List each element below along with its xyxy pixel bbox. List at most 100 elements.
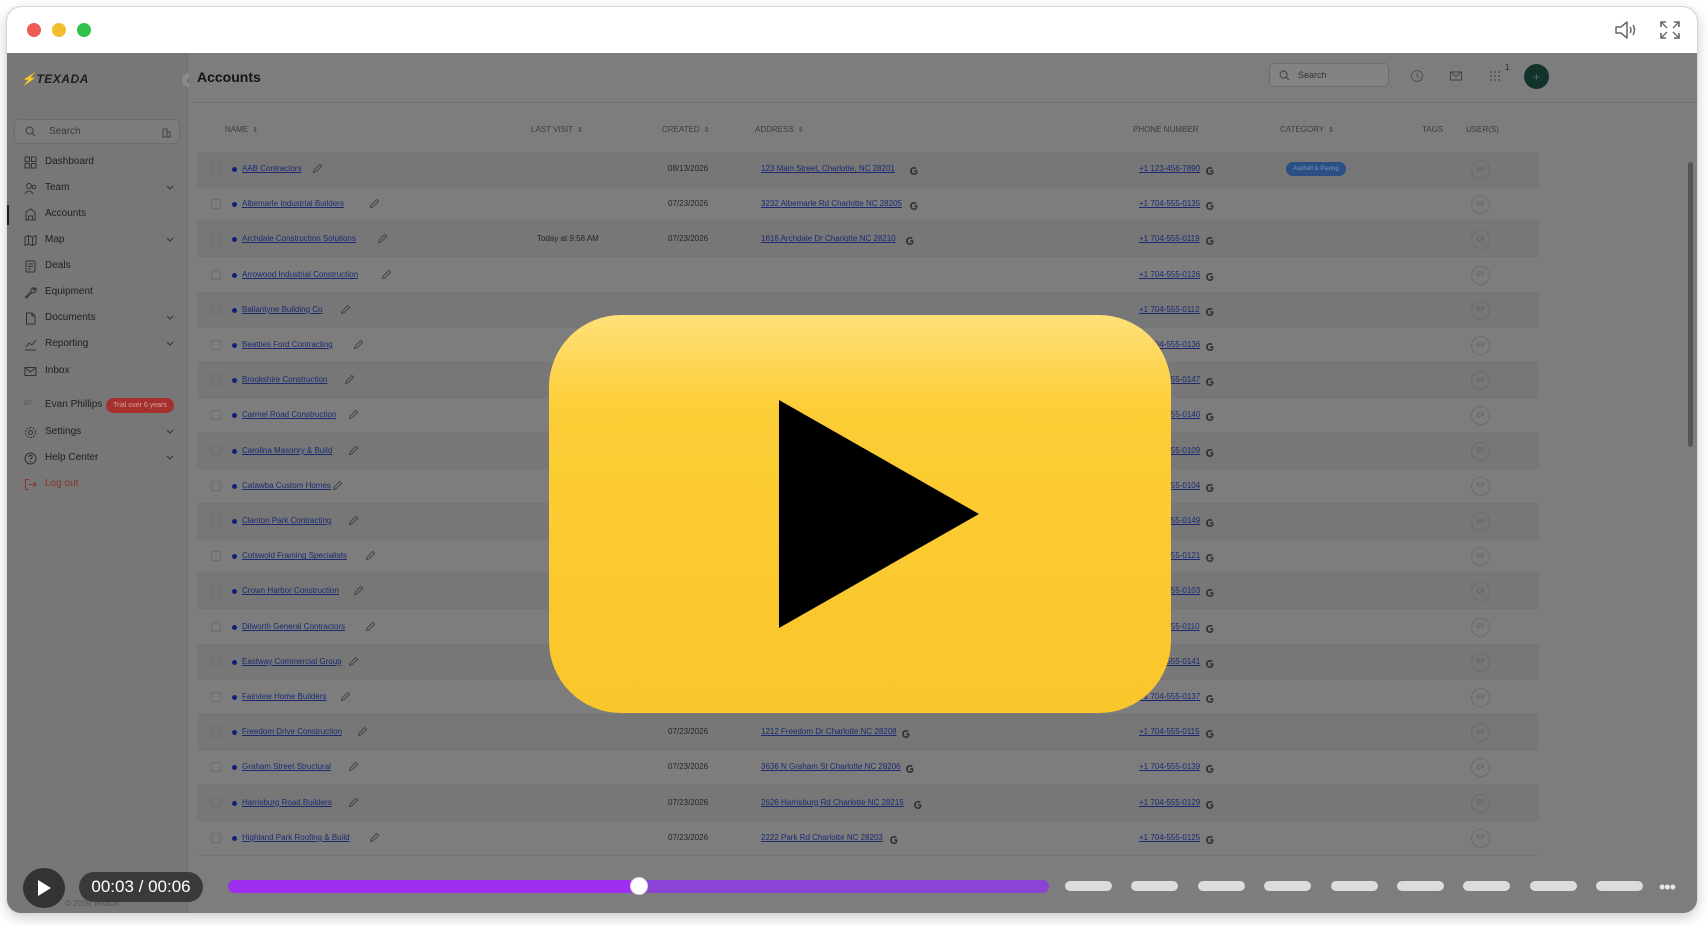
google-search-icon[interactable] bbox=[1205, 409, 1215, 427]
table-row[interactable]: AAB Contractors 08/13/2026 123 Main Street… bbox=[197, 152, 1539, 187]
google-search-icon[interactable] bbox=[1205, 374, 1215, 392]
account-name-link[interactable]: Highland Park Roofing & Build bbox=[242, 833, 350, 842]
google-search-icon[interactable] bbox=[1205, 198, 1215, 216]
maximize-window-button[interactable] bbox=[77, 23, 91, 37]
row-checkbox[interactable] bbox=[211, 410, 221, 421]
row-checkbox[interactable] bbox=[211, 516, 221, 526]
row-checkbox[interactable] bbox=[211, 375, 221, 386]
account-name-link[interactable]: Catawba Custom Homes bbox=[242, 481, 331, 490]
column-header-created[interactable]: CREATED ⇕ bbox=[662, 125, 710, 134]
account-name-link[interactable]: Arrowood Industrial Construction bbox=[242, 270, 358, 279]
account-name-link[interactable]: Carmel Road Construction bbox=[242, 410, 336, 419]
google-search-icon[interactable] bbox=[913, 797, 923, 815]
edit-pencil-icon[interactable] bbox=[340, 691, 351, 702]
edit-pencil-icon[interactable] bbox=[377, 233, 388, 244]
fullscreen-icon[interactable] bbox=[1657, 18, 1683, 42]
edit-pencil-icon[interactable] bbox=[365, 621, 376, 632]
edit-pencil-icon[interactable] bbox=[344, 374, 355, 385]
close-window-button[interactable] bbox=[27, 23, 41, 37]
account-name-link[interactable]: Eastway Commercial Group bbox=[242, 657, 342, 666]
edit-pencil-icon[interactable] bbox=[381, 269, 392, 280]
google-search-icon[interactable] bbox=[1205, 691, 1215, 709]
google-search-icon[interactable] bbox=[1205, 726, 1215, 744]
video-play-button[interactable] bbox=[23, 868, 65, 908]
apps-grid-icon[interactable] bbox=[1488, 69, 1502, 83]
edit-pencil-icon[interactable] bbox=[353, 585, 364, 596]
sidebar-item-dashboard[interactable]: Dashboard bbox=[7, 150, 188, 176]
google-search-icon[interactable] bbox=[909, 163, 919, 181]
google-search-icon[interactable] bbox=[1205, 269, 1215, 287]
edit-pencil-icon[interactable] bbox=[348, 797, 359, 808]
edit-pencil-icon[interactable] bbox=[369, 198, 380, 209]
address-link[interactable]: 1616 Archdale Dr Charlotte NC 28210 bbox=[761, 234, 896, 243]
row-checkbox[interactable] bbox=[211, 797, 221, 808]
google-search-icon[interactable] bbox=[889, 832, 899, 850]
sidebar-item-help-center[interactable]: Help Center bbox=[7, 446, 188, 472]
edit-pencil-icon[interactable] bbox=[348, 656, 359, 667]
column-header-name[interactable]: NAME ⇕ bbox=[225, 125, 258, 134]
phone-number-link[interactable]: +1 704-555-0112 bbox=[1139, 305, 1200, 314]
google-search-icon[interactable] bbox=[1205, 163, 1215, 181]
google-search-icon[interactable] bbox=[1205, 339, 1215, 357]
edit-pencil-icon[interactable] bbox=[365, 550, 376, 561]
phone-number-link[interactable]: +1 704-555-0115 bbox=[1139, 727, 1200, 736]
sidebar-item-accounts[interactable]: Accounts bbox=[7, 202, 188, 228]
google-search-icon[interactable] bbox=[1205, 832, 1215, 850]
edit-pencil-icon[interactable] bbox=[369, 832, 380, 843]
video-chapter-marker[interactable] bbox=[1463, 881, 1511, 891]
account-name-link[interactable]: Cotswold Framing Specialists bbox=[242, 551, 347, 560]
account-name-link[interactable]: Brookshire Construction bbox=[242, 375, 327, 384]
google-search-icon[interactable] bbox=[1205, 515, 1215, 533]
table-scrollbar[interactable] bbox=[1688, 162, 1693, 447]
google-search-icon[interactable] bbox=[905, 233, 915, 251]
edit-pencil-icon[interactable] bbox=[348, 761, 359, 772]
address-link[interactable]: 1212 Freedom Dr Charlotte NC 28208 bbox=[761, 727, 897, 736]
address-link[interactable]: 2222 Park Rd Charlotte NC 28203 bbox=[761, 833, 883, 842]
minimize-window-button[interactable] bbox=[52, 23, 66, 37]
phone-number-link[interactable]: +1 704-555-0139 bbox=[1139, 762, 1200, 771]
edit-pencil-icon[interactable] bbox=[312, 163, 323, 174]
video-chapter-marker[interactable] bbox=[1264, 881, 1312, 891]
google-search-icon[interactable] bbox=[1205, 585, 1215, 603]
account-name-link[interactable]: Fairview Home Builders bbox=[242, 692, 326, 701]
address-link[interactable]: 3636 N Graham St Charlotte NC 28206 bbox=[761, 762, 901, 771]
google-search-icon[interactable] bbox=[1205, 550, 1215, 568]
table-row[interactable]: Harrisburg Road Builders 07/23/2026 2626 H… bbox=[197, 785, 1539, 821]
google-search-icon[interactable] bbox=[1205, 233, 1215, 251]
address-link[interactable]: 123 Main Street, Charlotte, NC 28201 bbox=[761, 164, 895, 173]
google-search-icon[interactable] bbox=[901, 726, 911, 744]
video-chapter-marker[interactable] bbox=[1397, 881, 1444, 891]
account-name-link[interactable]: Carolina Masonry & Build bbox=[242, 446, 332, 455]
edit-pencil-icon[interactable] bbox=[357, 726, 368, 737]
account-name-link[interactable]: Dilworth General Contractors bbox=[242, 622, 345, 631]
video-play-overlay[interactable] bbox=[549, 315, 1171, 713]
google-search-icon[interactable] bbox=[1205, 304, 1215, 322]
row-checkbox[interactable] bbox=[211, 234, 221, 245]
row-checkbox[interactable] bbox=[211, 199, 221, 210]
row-checkbox[interactable] bbox=[211, 164, 221, 174]
google-search-icon[interactable] bbox=[905, 761, 915, 779]
add-button[interactable]: + bbox=[1524, 64, 1549, 89]
column-header-last-visit[interactable]: LAST VISIT ⇕ bbox=[531, 125, 583, 134]
edit-pencil-icon[interactable] bbox=[353, 339, 364, 350]
google-search-icon[interactable] bbox=[1205, 621, 1215, 639]
google-search-icon[interactable] bbox=[1205, 761, 1215, 779]
phone-number-link[interactable]: +1 704-555-0129 bbox=[1139, 798, 1200, 807]
sidebar-search-input[interactable]: Search bbox=[14, 119, 180, 144]
google-search-icon[interactable] bbox=[909, 198, 919, 216]
history-icon[interactable] bbox=[1410, 69, 1424, 83]
phone-number-link[interactable]: +1 704-555-0126 bbox=[1139, 270, 1200, 279]
video-chapter-marker[interactable] bbox=[1131, 881, 1179, 891]
google-search-icon[interactable] bbox=[1205, 656, 1215, 674]
phone-number-link[interactable]: +1 704-555-0119 bbox=[1139, 234, 1200, 243]
table-row[interactable]: Freedom Drive Construction 07/23/2026 1212… bbox=[197, 715, 1539, 751]
table-row[interactable]: Archdale Construction Solutions Today at … bbox=[197, 222, 1539, 258]
column-header-users[interactable]: USER(S) bbox=[1466, 125, 1499, 134]
table-row[interactable]: Albemarle Industrial Builders 07/23/2026 3… bbox=[197, 187, 1539, 223]
row-checkbox[interactable] bbox=[211, 762, 221, 773]
row-checkbox[interactable] bbox=[211, 656, 221, 667]
video-chapter-marker[interactable] bbox=[1529, 881, 1577, 891]
table-row[interactable]: Arrowood Industrial Construction +1 704-5… bbox=[197, 258, 1539, 293]
column-header-address[interactable]: ADDRESS ⇕ bbox=[755, 125, 804, 134]
row-checkbox[interactable] bbox=[211, 727, 221, 738]
